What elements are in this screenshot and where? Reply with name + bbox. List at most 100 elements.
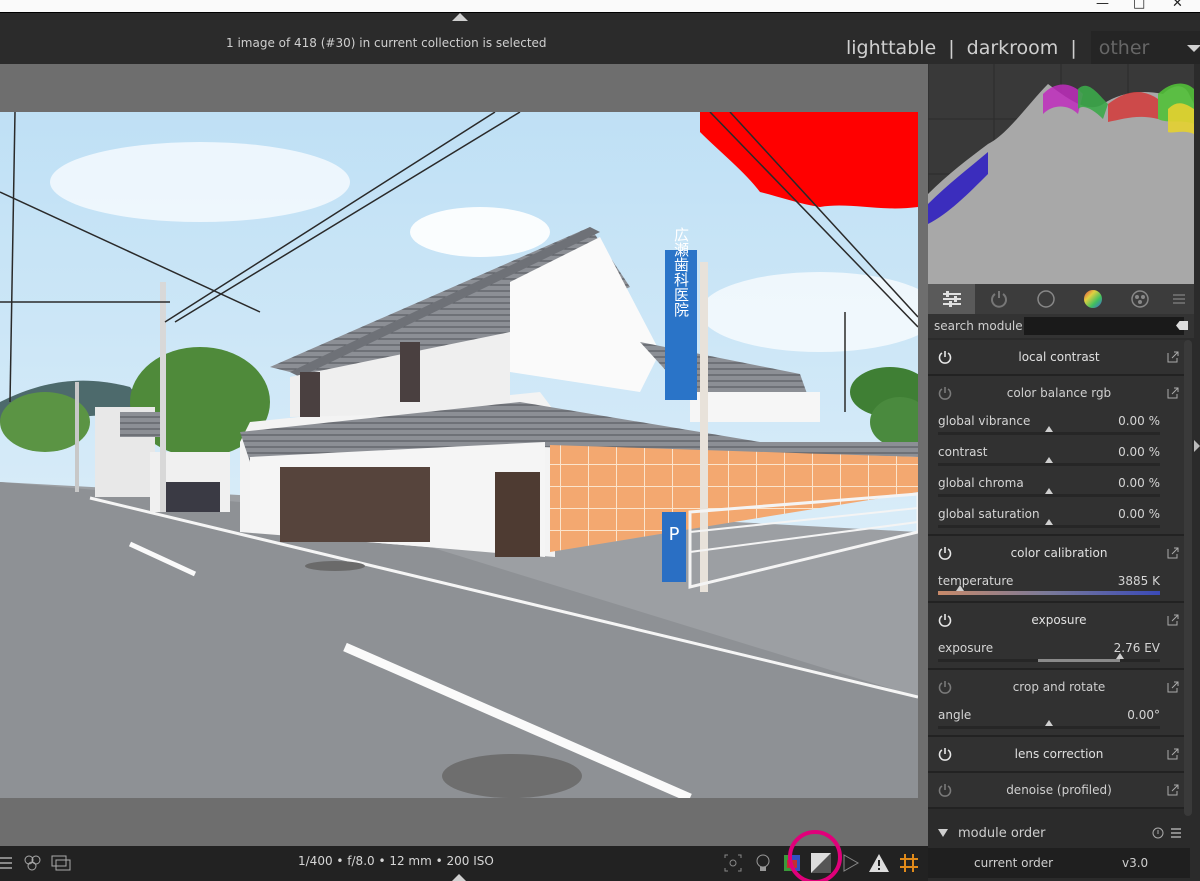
power-icon[interactable]: [938, 680, 952, 694]
slider-track[interactable]: [938, 457, 1160, 466]
slider-track[interactable]: [938, 519, 1160, 528]
module-lens-correction[interactable]: lens correction: [928, 737, 1190, 773]
tab-quick-access[interactable]: [928, 284, 975, 314]
param-value: 0.00°: [1127, 708, 1160, 722]
photo-preview[interactable]: 広瀬歯科医院 P: [0, 112, 918, 798]
view-darkroom[interactable]: darkroom: [967, 37, 1059, 59]
histogram[interactable]: [927, 64, 1194, 284]
module-header[interactable]: denoise (profiled): [928, 773, 1190, 807]
power-icon[interactable]: [938, 613, 952, 627]
slider-knob[interactable]: [1045, 426, 1053, 432]
current-order-label: current order: [974, 856, 1054, 870]
power-icon[interactable]: [938, 386, 952, 400]
module-exposure[interactable]: exposure exposure 2.76 EV: [928, 603, 1190, 670]
focus-peaking-icon[interactable]: [722, 852, 744, 874]
second-window-icon[interactable]: [50, 852, 72, 874]
slider-track[interactable]: [938, 653, 1160, 662]
module-color-balance-rgb[interactable]: color balance rgb global vibrance 0.00 % co…: [928, 376, 1190, 536]
presets-arrow-icon[interactable]: [1166, 546, 1180, 560]
param-slider[interactable]: global chroma 0.00 %: [928, 472, 1190, 503]
search-label: search module: [934, 319, 1023, 333]
color-wheel-icon: [1083, 290, 1102, 308]
maximize-button[interactable]: □: [1133, 0, 1145, 11]
slider-knob[interactable]: [1116, 653, 1125, 659]
presets-icon[interactable]: [1170, 827, 1182, 839]
module-local-contrast[interactable]: local contrast: [928, 340, 1190, 376]
param-label: temperature: [938, 574, 1014, 588]
current-order-row: current order v3.0: [928, 848, 1190, 878]
tab-presets-menu[interactable]: [1163, 284, 1194, 314]
slider-knob[interactable]: [1045, 519, 1053, 525]
param-slider[interactable]: angle 0.00°: [928, 704, 1190, 735]
param-label: angle: [938, 708, 972, 722]
slider-knob[interactable]: [1045, 457, 1053, 463]
softproof-play-icon[interactable]: [840, 852, 862, 874]
view-lighttable[interactable]: lighttable: [846, 37, 936, 59]
view-other-dropdown[interactable]: other: [1090, 31, 1200, 65]
right-panel: search module local contrast color balanc…: [927, 64, 1200, 881]
power-icon[interactable]: [938, 783, 952, 797]
param-value: 0.00 %: [1118, 476, 1160, 490]
module-header[interactable]: local contrast: [928, 340, 1190, 374]
slider-knob[interactable]: [956, 585, 965, 591]
param-slider[interactable]: exposure 2.76 EV: [928, 637, 1190, 668]
collapse-right-panel-icon[interactable]: [1194, 440, 1200, 452]
module-color-calibration[interactable]: color calibration temperature 3885 K: [928, 536, 1190, 603]
presets-arrow-icon[interactable]: [1166, 783, 1180, 797]
presets-arrow-icon[interactable]: [1166, 386, 1180, 400]
center-canvas: 広瀬歯科医院 P: [0, 64, 928, 846]
param-slider[interactable]: global vibrance 0.00 %: [928, 410, 1190, 441]
collapse-top-panel-icon[interactable]: [452, 13, 468, 21]
module-crop-and-rotate[interactable]: crop and rotate angle 0.00°: [928, 670, 1190, 737]
module-header[interactable]: exposure: [928, 603, 1190, 637]
param-slider[interactable]: temperature 3885 K: [928, 570, 1190, 601]
power-icon[interactable]: [938, 546, 952, 560]
power-icon[interactable]: [938, 747, 952, 761]
search-input[interactable]: [1024, 317, 1184, 335]
styles-icon[interactable]: [22, 852, 44, 874]
grid-guides-icon[interactable]: [898, 852, 920, 874]
slider-track[interactable]: [938, 426, 1160, 435]
presets-arrow-icon[interactable]: [1166, 613, 1180, 627]
module-header[interactable]: color calibration: [928, 536, 1190, 570]
tab-active-modules[interactable]: [975, 284, 1022, 314]
param-slider[interactable]: contrast 0.00 %: [928, 441, 1190, 472]
slider-track[interactable]: [938, 488, 1160, 497]
tab-color[interactable]: [1069, 284, 1116, 314]
param-slider[interactable]: global saturation 0.00 %: [928, 503, 1190, 534]
close-button[interactable]: ✕: [1172, 0, 1183, 11]
panel-scrollbar[interactable]: [1184, 340, 1192, 816]
warning-icon[interactable]: [868, 852, 890, 874]
histogram-graph: [927, 64, 1194, 284]
top-header: 1 image of 418 (#30) in current collecti…: [0, 12, 1200, 65]
tab-effects[interactable]: [1116, 284, 1163, 314]
module-title: crop and rotate: [1012, 680, 1106, 694]
view-separator: |: [1070, 37, 1077, 59]
module-order-section[interactable]: module order: [928, 818, 1190, 848]
minimize-button[interactable]: —: [1096, 0, 1109, 11]
reset-icon[interactable]: [1152, 827, 1164, 839]
temperature-gradient[interactable]: [938, 585, 1160, 595]
chevron-down-icon: [1186, 45, 1200, 52]
module-order-title: module order: [958, 826, 1046, 841]
module-header[interactable]: crop and rotate: [928, 670, 1190, 704]
module-header[interactable]: color balance rgb: [928, 376, 1190, 410]
menu-icon[interactable]: [0, 852, 22, 874]
collapse-bottom-panel-icon[interactable]: [452, 874, 466, 881]
power-icon[interactable]: [938, 350, 952, 364]
slider-knob[interactable]: [1045, 488, 1053, 494]
presets-arrow-icon[interactable]: [1166, 680, 1180, 694]
darktable-window: — □ ✕ 1 image of 418 (#30) in current co…: [0, 0, 1200, 881]
lightbulb-icon[interactable]: [752, 852, 774, 874]
slider-knob[interactable]: [1045, 720, 1053, 726]
module-header[interactable]: lens correction: [928, 737, 1190, 771]
module-denoise-profiled[interactable]: denoise (profiled): [928, 773, 1190, 809]
module-search: search module: [928, 314, 1194, 338]
slider-track[interactable]: [938, 720, 1160, 729]
presets-arrow-icon[interactable]: [1166, 350, 1180, 364]
module-title: exposure: [1031, 613, 1087, 627]
effects-icon: [1130, 290, 1149, 308]
tab-base[interactable]: [1022, 284, 1069, 314]
presets-arrow-icon[interactable]: [1166, 747, 1180, 761]
view-separator: |: [948, 37, 955, 59]
